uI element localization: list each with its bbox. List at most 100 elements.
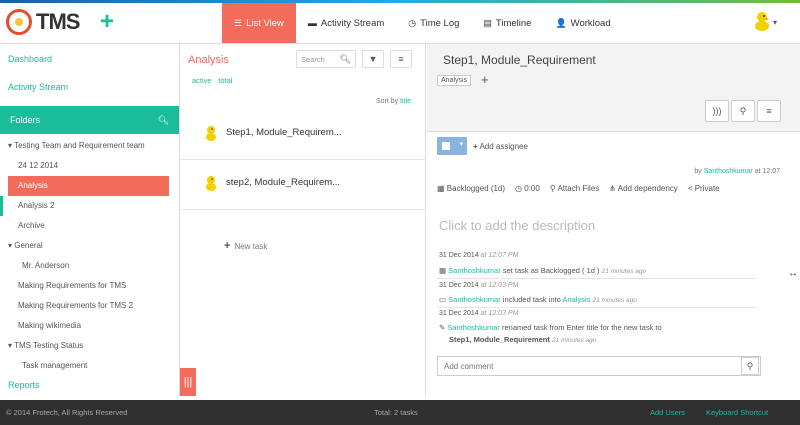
link-icon: ⚲ [739,106,747,116]
top-bar: TMS + ☰ List View ▬ Activity Stream ◷ Time … [0,0,800,44]
app-logo[interactable]: TMS [6,8,80,36]
clock-icon: ◷ [515,184,525,193]
folder-making-wikimedia[interactable]: Making wikimedia [0,316,179,336]
search-icon: 🔍︎ [339,54,351,64]
add-dependency-button[interactable]: ⋔ Add dependency [609,184,678,193]
keyboard-shortcut-link[interactable]: Keyboard Shortcut [706,408,768,417]
add-tag-plus-icon[interactable]: + [481,72,489,87]
more-menu-button[interactable]: ≡ [757,100,781,122]
sidebar-dashboard[interactable]: Dashboard [0,46,179,74]
task-avatar [206,175,216,191]
nav-timeline[interactable]: ▤ Timeline [471,3,543,43]
columns-icon: ||| [183,376,193,388]
task-filters: active · total [192,76,233,85]
menu-button[interactable]: ≡ [390,50,412,68]
creator-user[interactable]: Santhoshkumar [704,168,753,175]
new-task-label: New task [234,242,268,251]
timeline-icon: ▤ [483,17,492,28]
caret-down-icon: ▾ [459,141,463,148]
folder-tree: ▾ Testing Team and Requirement team 24 1… [0,134,179,376]
calendar-icon: ▦ [437,184,447,193]
status-property[interactable]: ▦ Backlogged (1d) [437,184,505,193]
folder-tag[interactable]: Analysis [437,75,472,86]
clock-icon: ◷ [408,17,417,28]
link-button[interactable]: ⚲ [731,100,755,122]
task-title[interactable]: Step1, Module_Requirement [443,53,596,67]
activity-date: 31 Dec 2014 at 12:07 PM [439,252,519,259]
folder-mr-anderson[interactable]: Mr. Anderson [0,256,179,276]
footer: © 2014 Frotech, All Rights Reserved Tota… [0,400,800,425]
paperclip-icon: ⚲ [746,361,754,371]
activity-entry-cont: Step1, Module_Requirement 21 minutes ago [449,335,597,344]
sort-value[interactable]: title [400,98,411,105]
nav-activity-stream[interactable]: ▬ Activity Stream [296,3,396,43]
time-property[interactable]: ◷ 0:00 [515,184,540,193]
activity-divider [437,278,757,279]
nav-time-log[interactable]: ◷ Time Log [396,3,471,43]
folder-task-management[interactable]: Task management [0,356,179,376]
nav-label: Activity Stream [320,17,385,29]
comment-icon: ▬ [307,18,317,28]
filter-total[interactable]: total [218,76,232,85]
folder-analysis[interactable]: Analysis [8,176,169,196]
folder-making-requirements-2[interactable]: Making Requirements for TMS 2 [0,296,179,316]
folder-24-12-2014[interactable]: 24 12 2014 [0,156,179,176]
folders-label: Folders [10,115,41,125]
activity-task-name: Step1, Module_Requirement [449,335,550,344]
task-detail-panel: Step1, Module_Requirement Analysis + )))… [427,44,800,396]
detail-header: Step1, Module_Requirement Analysis + )))… [427,44,800,132]
folder-general[interactable]: ▾ General [0,236,179,256]
activity-user[interactable]: Santhoshkumar [448,266,501,275]
rss-button[interactable]: ))) [705,100,729,122]
add-users-link[interactable]: Add Users [650,408,685,417]
attach-files-button[interactable]: ⚲ Attach Files [550,184,599,193]
folder-analysis-2[interactable]: Analysis 2 [0,196,179,216]
task-avatar [206,125,216,141]
search-input[interactable]: Search 🔍︎ [296,50,356,68]
task-list-panel: Analysis Search 🔍︎ ▼ ≡ active · total So… [180,44,426,396]
filter-button[interactable]: ▼ [362,50,384,68]
privacy-button[interactable]: < Private [688,184,720,193]
description-field[interactable]: Click to add the description [439,218,595,233]
copyright: © 2014 Frotech, All Rights Reserved [6,408,128,417]
calendar-icon: ▦ [439,266,449,275]
nav-label: Timeline [495,17,532,29]
task-row[interactable]: Step1, Module_Requirem... [180,106,426,160]
activity-entry: ✎ Santhoshkumar renamed task from Enter … [439,323,662,332]
user-avatar[interactable] [752,10,772,32]
status-dropdown[interactable]: ▾ [437,137,467,155]
sidebar-reports[interactable]: Reports [8,380,40,390]
task-title: step2, Module_Requirem... [226,177,341,188]
comment-input[interactable]: Add comment [437,356,761,376]
plus-icon: + [224,240,231,252]
logo-gear-icon [6,9,32,35]
folders-header: Folders 🔍︎ [0,106,179,134]
attach-comment-button[interactable]: ⚲ [741,357,759,375]
user-icon: 👤 [555,17,567,28]
created-by: by Santhoshkumar at 12:07 [694,168,780,175]
nav-list-view[interactable]: ☰ List View [222,3,296,43]
folder-making-requirements[interactable]: Making Requirements for TMS [0,276,179,296]
search-icon[interactable]: 🔍︎ [158,115,169,126]
nav-workload[interactable]: 👤 Workload [543,3,622,43]
panel-toggle-handle[interactable]: ||| [180,368,196,396]
rss-icon: ))) [712,106,722,116]
folder-testing-team[interactable]: ▾ Testing Team and Requirement team [0,136,179,156]
avatar-caret-icon[interactable]: ▾ [773,18,777,27]
task-total: Total: 2 tasks [374,408,418,417]
add-assignee-button[interactable]: + Add assignee [473,142,528,151]
add-plus-icon[interactable]: + [100,10,114,34]
activity-divider [437,307,757,308]
task-row[interactable]: step2, Module_Requirem... [180,156,426,210]
task-title: Step1, Module_Requirem... [226,127,342,138]
folder-tms-testing-status[interactable]: ▾ TMS Testing Status [0,336,179,356]
activity-folder-link[interactable]: Analysis [562,295,590,304]
folder-archive[interactable]: Archive [0,216,179,236]
filter-active[interactable]: active [192,76,212,85]
activity-user[interactable]: Santhoshkumar [447,323,500,332]
activity-user[interactable]: Santhoshkumar [448,295,501,304]
new-task-button[interactable]: + New task [224,240,267,252]
nav-label: List View [246,17,284,29]
nav-label: Time Log [420,17,460,29]
sidebar-activity-stream[interactable]: Activity Stream [0,74,179,102]
